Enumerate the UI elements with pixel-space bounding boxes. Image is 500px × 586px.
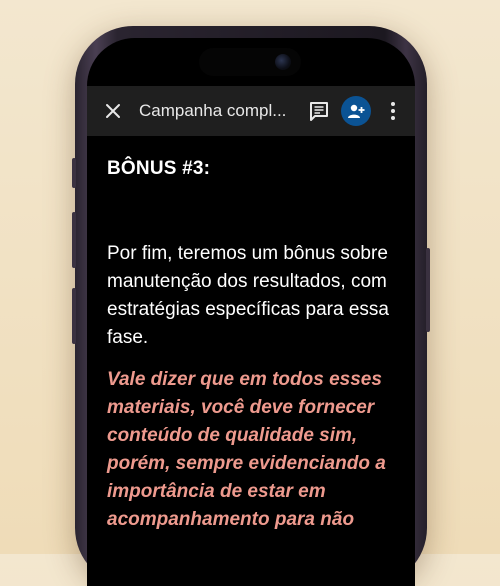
emphasis-paragraph: Vale dizer que em todos esses materiais,… (107, 369, 386, 530)
comment-icon[interactable] (309, 101, 329, 121)
phone-frame: Campanha compl... BÔNUS #3: Por fim, ter… (72, 26, 430, 586)
phone-side-button (72, 158, 76, 188)
document-title[interactable]: Campanha compl... (139, 101, 297, 121)
dynamic-island (199, 48, 301, 76)
phone-screen: Campanha compl... BÔNUS #3: Por fim, ter… (87, 38, 415, 586)
share-button[interactable] (341, 96, 371, 126)
phone-volume-up-button (72, 212, 76, 268)
body-paragraph: Por fim, teremos um bônus sobre manutenç… (107, 243, 389, 348)
document-body: BÔNUS #3: Por fim, teremos um bônus sobr… (87, 136, 415, 586)
person-add-icon (348, 104, 365, 118)
close-icon[interactable] (104, 102, 122, 120)
app-bar: Campanha compl... (87, 86, 415, 136)
phone-power-button (426, 248, 430, 332)
more-vertical-icon[interactable] (389, 101, 397, 121)
phone-volume-down-button (72, 288, 76, 344)
section-heading: BÔNUS #3: (107, 158, 211, 179)
camera-icon (275, 54, 291, 70)
